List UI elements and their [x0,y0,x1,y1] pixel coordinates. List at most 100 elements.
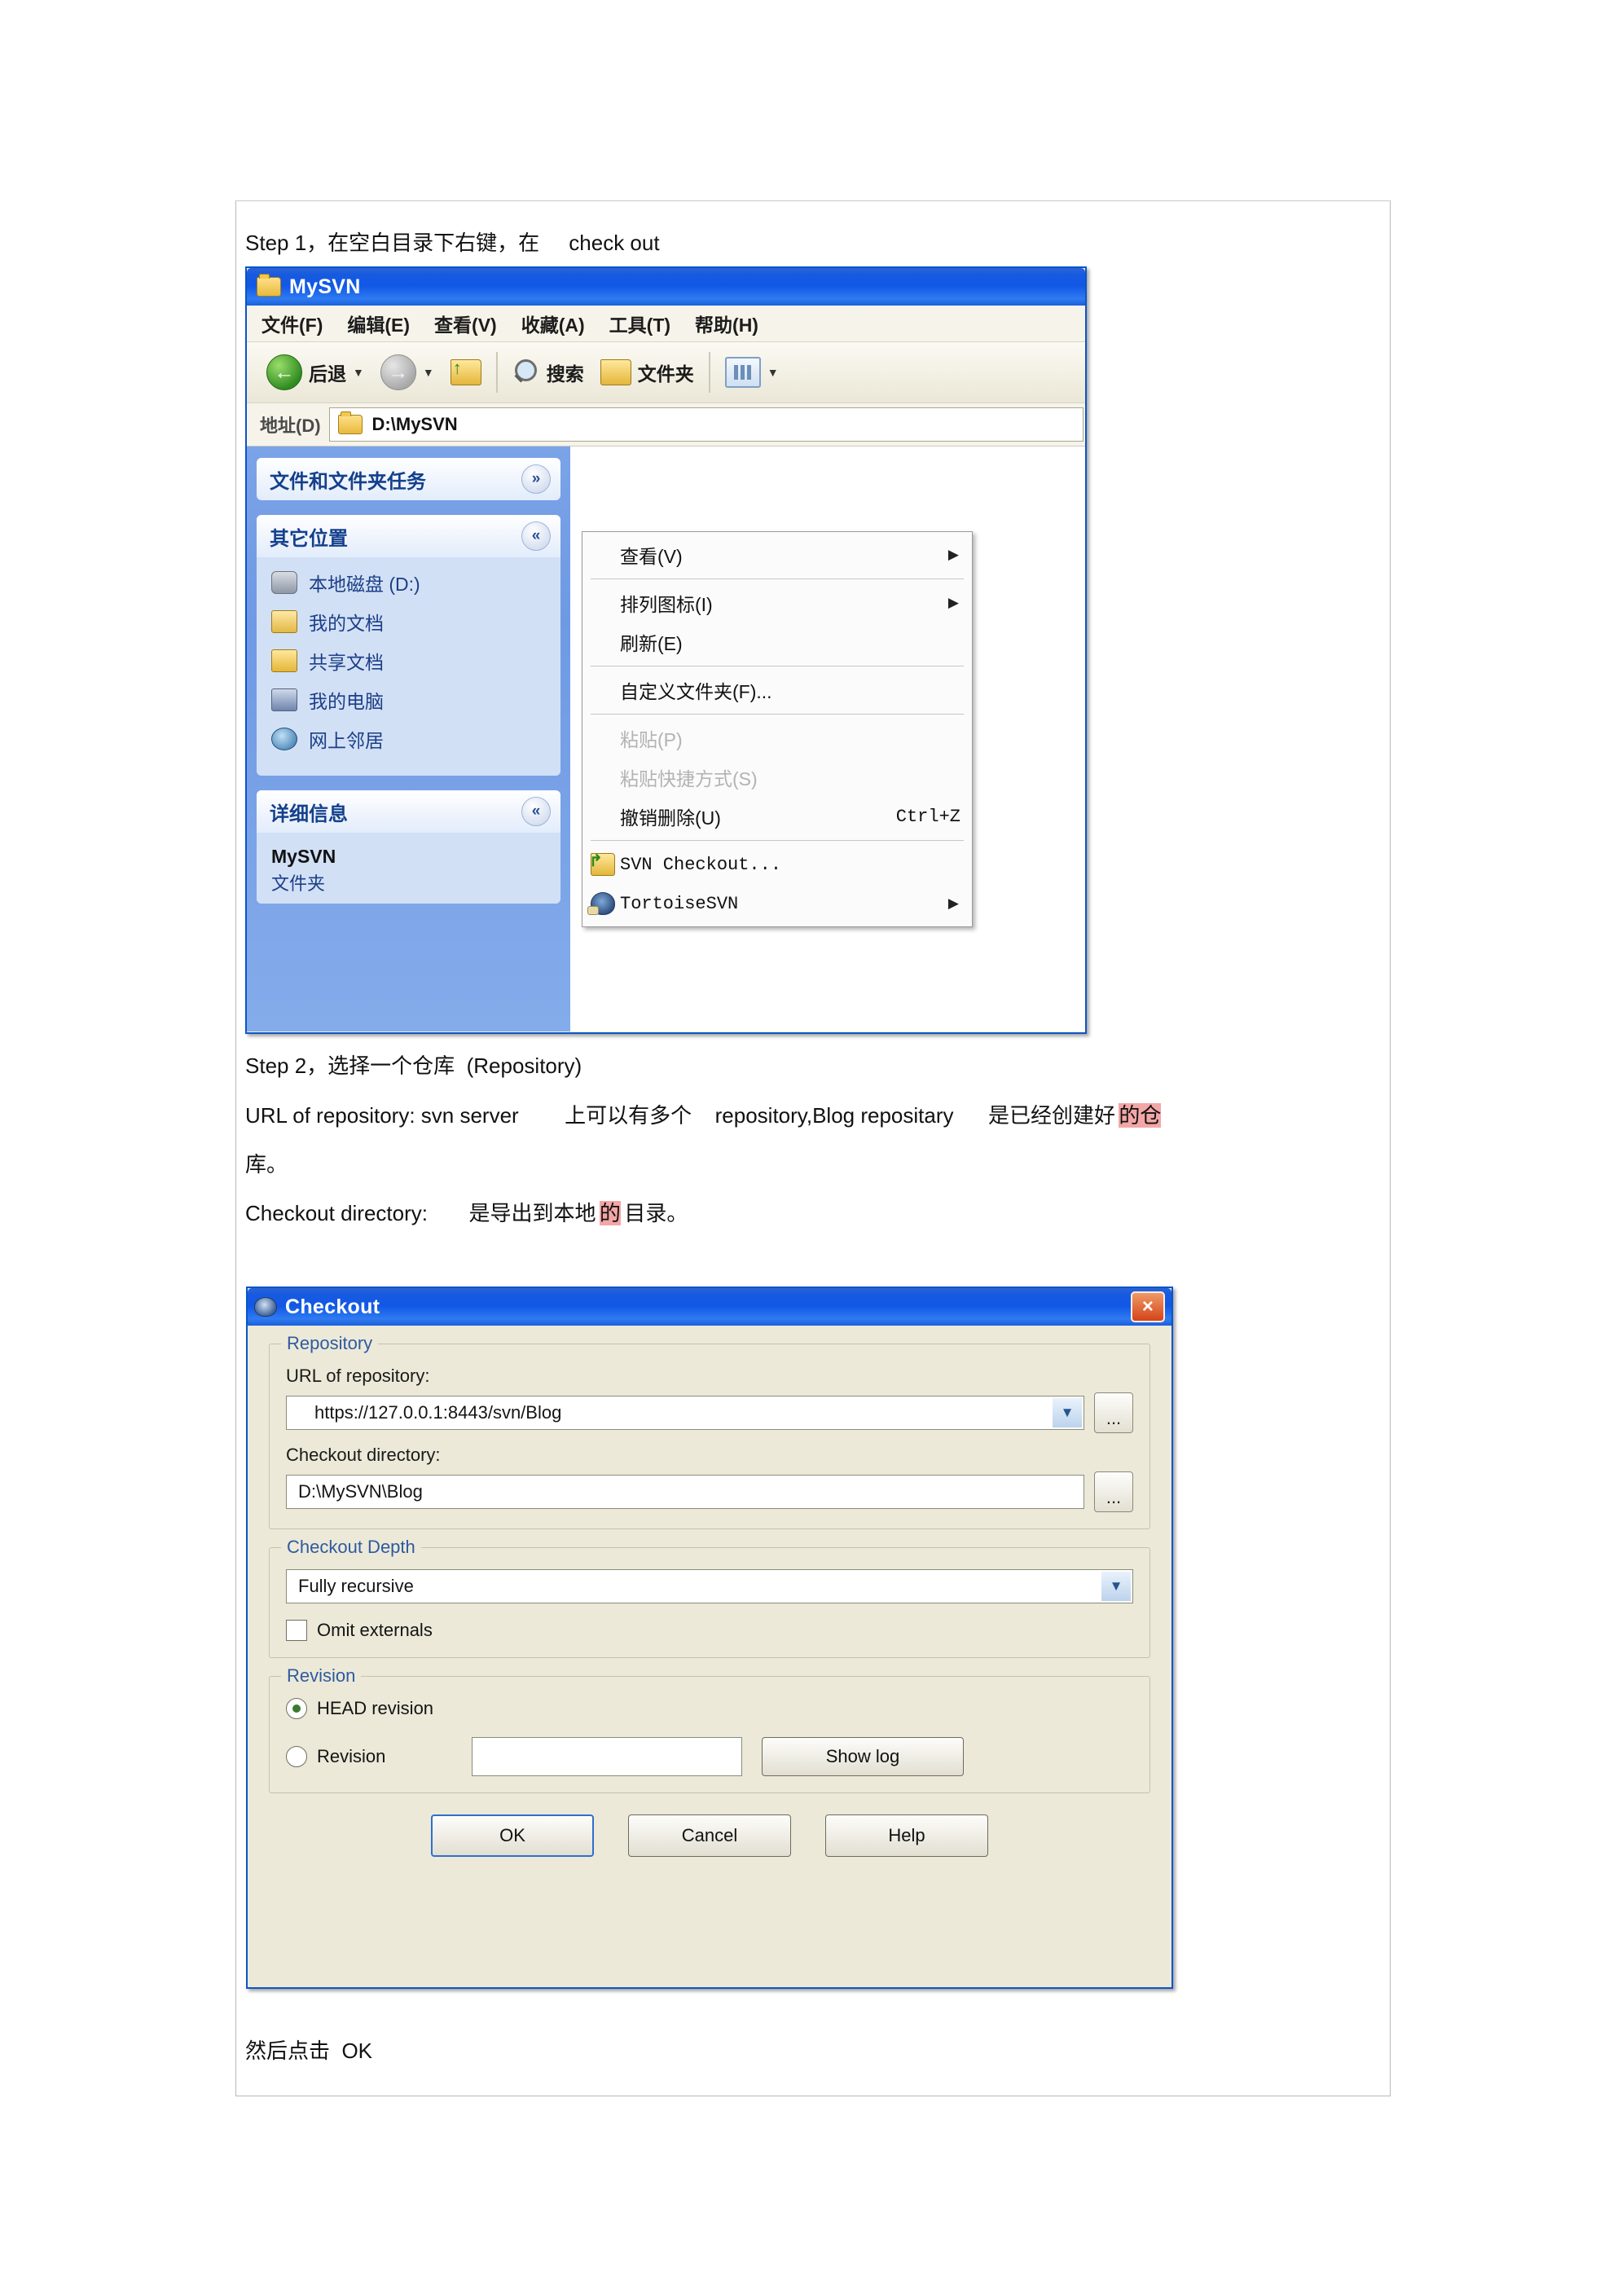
checkout-dir-text-c: 目录。 [624,1201,688,1225]
revision-group-title: Revision [281,1665,362,1687]
checkout-dir-highlight: 的 [599,1201,621,1225]
revision-group: Revision HEAD revision Revision Show log [269,1665,1150,1793]
address-value: D:\MySVN [371,414,458,434]
close-icon[interactable]: × [1131,1291,1165,1322]
url-line-highlight: 的仓 [1119,1103,1162,1128]
tortoise-icon-title [254,1297,277,1317]
checkout-directory-input[interactable]: D:\MySVN\Blog [286,1475,1084,1509]
svn-checkout-icon [589,851,615,876]
context-separator-3 [591,714,964,715]
ok-button[interactable]: OK [431,1814,594,1857]
checkout-dir-browse-button[interactable]: ... [1094,1471,1133,1512]
menu-item-help[interactable]: 帮助(H) [695,310,758,337]
chevron-down-icon-panel1[interactable]: » [521,464,551,494]
revision-row: Revision Show log [286,1737,1133,1776]
details-body: MySVN 文件夹 [257,833,560,904]
context-menu-item-undo-delete[interactable]: 撤销删除(U) Ctrl+Z [582,797,972,836]
help-button[interactable]: Help [825,1814,988,1857]
place-item-shared-documents[interactable]: 共享文档 [271,647,554,675]
omit-externals-row[interactable]: Omit externals [286,1620,1133,1641]
chevron-down-icon[interactable]: ▼ [353,366,364,379]
panel-file-folder-tasks[interactable]: 文件和文件夹任务 » [257,458,560,500]
panel-header-file-folder-tasks[interactable]: 文件和文件夹任务 » [257,458,560,500]
submenu-arrow-icon-tortoisesvn: ▶ [947,895,959,911]
step2-paragraph: Step 2，选择一个仓库 (Repository) [245,1053,582,1078]
chevron-down-icon-forward[interactable]: ▼ [423,366,434,379]
chevron-up-icon-panel3[interactable]: « [521,797,551,826]
back-button[interactable]: ← 后退 ▼ [258,354,372,390]
chevron-down-icon-depth[interactable]: ▼ [1101,1572,1131,1601]
context-menu-item-customize-folder[interactable]: 自定义文件夹(F)... [582,671,972,710]
checkout-dir-paragraph: Checkout directory: 是导出到本地 的 目录。 [245,1199,688,1228]
context-menu-item-arrange-icons[interactable]: 排列图标(I) ▶ [582,583,972,622]
head-revision-label: HEAD revision [317,1698,434,1718]
context-label-arrange-icons: 排列图标(I) [620,594,713,615]
place-label-network-places: 网上邻居 [309,730,384,751]
details-type: 文件夹 [271,873,326,894]
explorer-toolbar: ← 后退 ▼ → ▼ 搜索 文件夹 ▼ [247,342,1085,403]
address-label: 地址(D) [260,416,321,436]
checkout-depth-group-title: Checkout Depth [281,1537,421,1558]
context-menu-item-tortoisesvn[interactable]: TortoiseSVN ▶ [582,884,972,923]
views-button[interactable]: ▼ [717,357,787,388]
checkout-dialog-body: Repository URL of repository: https://12… [248,1326,1171,1857]
url-of-repository-value: https://127.0.0.1:8443/svn/Blog [314,1402,562,1423]
context-menu-item-view[interactable]: 查看(V) ▶ [582,535,972,574]
show-log-button[interactable]: Show log [762,1737,964,1776]
context-separator-1 [591,578,964,579]
url-of-repository-label: URL of repository: [286,1366,430,1386]
menu-item-edit[interactable]: 编辑(E) [347,310,410,337]
folders-button[interactable]: 文件夹 [592,358,702,386]
repository-group-title: Repository [281,1333,379,1354]
context-label-refresh: 刷新(E) [620,633,683,654]
menu-item-tools[interactable]: 工具(T) [609,310,670,337]
menu-item-view[interactable]: 查看(V) [434,310,497,337]
submenu-arrow-icon-arrange: ▶ [947,595,959,610]
place-item-local-disk[interactable]: 本地磁盘 (D:) [271,569,554,596]
panel-details[interactable]: 详细信息 « MySVN 文件夹 [257,790,560,904]
chevron-down-icon-views[interactable]: ▼ [767,366,779,379]
context-label-paste: 粘贴(P) [620,729,683,750]
search-button[interactable]: 搜索 [504,358,592,386]
explorer-addressbar: 地址(D) D:\MySVN [247,403,1085,446]
context-menu-item-refresh[interactable]: 刷新(E) [582,622,972,662]
context-label-paste-shortcut: 粘贴快捷方式(S) [620,768,758,790]
checkout-dir-row: D:\MySVN\Blog ... [286,1471,1133,1512]
checkout-depth-combo[interactable]: Fully recursive ▼ [286,1569,1133,1603]
cancel-button[interactable]: Cancel [628,1814,791,1857]
address-input[interactable]: D:\MySVN [328,407,1084,442]
step1-paragraph: Step 1，在空白目录下右键，在 check out [245,231,660,255]
chevron-up-icon-panel2[interactable]: « [521,521,551,551]
context-menu-item-svn-checkout[interactable]: SVN Checkout... [582,845,972,884]
search-label: 搜索 [546,363,584,385]
forward-button[interactable]: → ▼ [372,354,442,390]
revision-radio[interactable] [286,1746,307,1767]
shared-documents-icon [271,649,297,672]
checkout-directory-value: D:\MySVN\Blog [298,1481,423,1502]
menu-item-file[interactable]: 文件(F) [262,310,323,337]
explorer-window: MySVN 文件(F) 编辑(E) 查看(V) 收藏(A) 工具(T) 帮助(H… [245,266,1087,1034]
context-label-tortoisesvn: TortoiseSVN [620,893,739,914]
up-button[interactable] [442,358,490,385]
panel-header-other-places[interactable]: 其它位置 « [257,515,560,557]
panel-other-places[interactable]: 其它位置 « 本地磁盘 (D:) 我的文档 共享文档 我的电脑 网上邻居 [257,515,560,776]
panel-title-details: 详细信息 [270,803,348,825]
chevron-down-icon-url[interactable]: ▼ [1053,1398,1082,1427]
context-menu: 查看(V) ▶ 排列图标(I) ▶ 刷新(E) 自定义文件夹(F)... 粘贴(… [582,531,973,927]
panel-title-file-folder-tasks: 文件和文件夹任务 [270,470,426,493]
head-revision-radio[interactable] [286,1698,307,1719]
place-item-network-places[interactable]: 网上邻居 [271,725,554,753]
place-item-my-computer[interactable]: 我的电脑 [271,686,554,714]
explorer-content-area[interactable]: 查看(V) ▶ 排列图标(I) ▶ 刷新(E) 自定义文件夹(F)... 粘贴(… [570,446,1085,1031]
head-revision-row[interactable]: HEAD revision [286,1698,1133,1719]
panel-header-details[interactable]: 详细信息 « [257,790,560,833]
panel-title-other-places: 其它位置 [270,527,348,550]
place-item-my-documents[interactable]: 我的文档 [271,608,554,636]
hard-disk-icon [271,571,297,594]
url-browse-button[interactable]: ... [1094,1392,1133,1433]
folders-label: 文件夹 [637,363,694,385]
url-of-repository-combo[interactable]: https://127.0.0.1:8443/svn/Blog ▼ [286,1396,1084,1430]
omit-externals-checkbox[interactable] [286,1620,307,1641]
revision-input[interactable] [472,1737,742,1776]
menu-item-favorites[interactable]: 收藏(A) [521,310,585,337]
